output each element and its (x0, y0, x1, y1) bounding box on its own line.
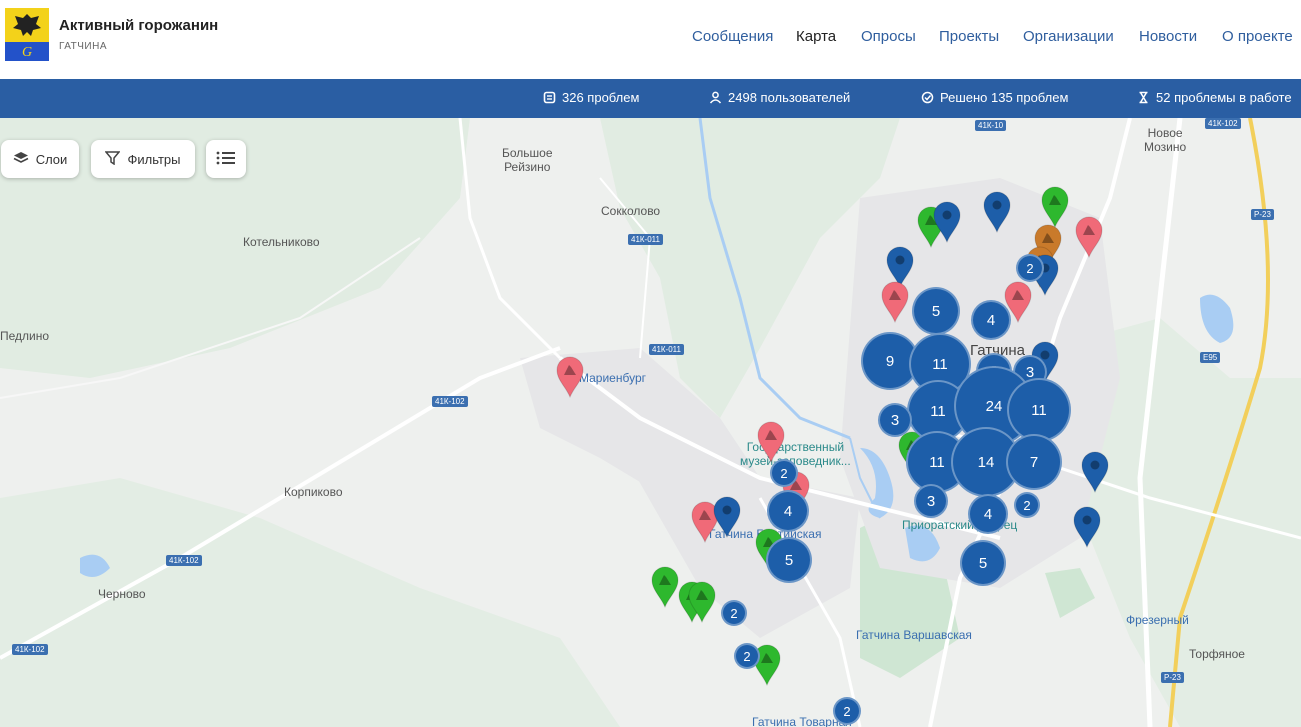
road-label: 41К-102 (1205, 118, 1241, 129)
map-pin-blue[interactable] (983, 191, 1011, 233)
place-frezerny: Фрезерный (1126, 613, 1189, 627)
map-cluster[interactable]: 5 (766, 537, 812, 583)
map-cluster[interactable]: 4 (968, 494, 1008, 534)
place-gatchina-varshavskaya: Гатчина Варшавская (856, 628, 972, 642)
road-label: 41К-10 (975, 120, 1007, 131)
road-label: 41К-102 (166, 555, 202, 566)
place-marienburg: Мариенбург (579, 371, 647, 385)
map-pin-red[interactable] (757, 421, 785, 463)
place-bolshoe-reizino: Большое Рейзино (502, 146, 553, 174)
app-title: Активный горожанин (59, 17, 219, 34)
stat-solved-text: Решено 135 проблем (940, 90, 1069, 105)
stat-in-work-text: 52 проблемы в работе (1156, 90, 1292, 105)
nav-about[interactable]: О проекте (1222, 28, 1293, 45)
coat-of-arms-logo[interactable]: G (5, 8, 49, 61)
stat-solved: Решено 135 проблем (921, 90, 1068, 105)
filters-label: Фильтры (127, 151, 181, 167)
app-city: ГАТЧИНА (59, 41, 107, 52)
map-pin-green[interactable] (688, 581, 716, 623)
stat-problems: 326 проблем (543, 90, 639, 105)
map-pin-blue[interactable] (1081, 451, 1109, 493)
place-kotelnikovo: Котельниково (243, 235, 320, 249)
place-chernovo: Черново (98, 587, 146, 601)
map-cluster[interactable]: 5 (912, 287, 960, 335)
stat-in-work: 52 проблемы в работе (1137, 90, 1292, 105)
map-cluster[interactable]: 7 (1006, 434, 1062, 490)
layers-icon (13, 151, 29, 168)
map-cluster[interactable]: 2 (721, 600, 747, 626)
problems-icon (543, 91, 556, 104)
map-cluster[interactable]: 4 (971, 300, 1011, 340)
place-novoe-mozino: Новое Мозино (1144, 126, 1187, 154)
filters-button[interactable]: Фильтры (91, 140, 195, 178)
map-cluster[interactable]: 5 (960, 540, 1006, 586)
road-label: 41К-011 (628, 234, 663, 245)
map-pin-red[interactable] (1075, 216, 1103, 258)
nav-organizations[interactable]: Организации (1023, 28, 1114, 45)
place-torfyanoe: Торфяное (1189, 647, 1245, 661)
filter-icon (104, 150, 122, 168)
layers-label: Слои (35, 151, 68, 167)
road-label: Р-23 (1251, 209, 1274, 220)
map[interactable]: Слои Фильтры Большое Рейзино Сокколово Ко… (0, 118, 1301, 727)
place-sokkolovo: Сокколово (601, 204, 661, 218)
map-cluster[interactable]: 2 (734, 643, 760, 669)
map-pin-red[interactable] (881, 281, 909, 323)
place-pedlino: Педлино (0, 329, 50, 343)
map-pin-green[interactable] (1041, 186, 1069, 228)
map-cluster[interactable]: 11 (1007, 378, 1071, 442)
svg-text:G: G (22, 45, 32, 60)
nav-polls[interactable]: Опросы (861, 28, 916, 45)
road-label: 41К-102 (432, 396, 468, 407)
layers-button[interactable]: Слои (1, 140, 79, 178)
road-label: Р-23 (1161, 672, 1184, 683)
map-cluster[interactable]: 2 (1016, 254, 1044, 282)
nav-projects[interactable]: Проекты (939, 28, 999, 45)
map-cluster[interactable]: 4 (767, 490, 809, 532)
check-icon (921, 91, 934, 104)
place-korpikovo: Корпиково (284, 485, 343, 499)
nav-map[interactable]: Карта (796, 28, 836, 45)
list-view-button[interactable] (206, 140, 246, 178)
map-pin-green[interactable] (651, 566, 679, 608)
map-cluster[interactable]: 3 (914, 484, 948, 518)
list-icon (216, 150, 236, 169)
stat-problems-text: 326 проблем (562, 90, 640, 105)
road-label: 41К-011 (649, 344, 684, 355)
map-cluster[interactable]: 2 (770, 459, 798, 487)
user-icon (709, 91, 722, 104)
map-cluster[interactable]: 3 (878, 403, 912, 437)
road-label: 41К-102 (12, 644, 48, 655)
nav-news[interactable]: Новости (1139, 28, 1197, 45)
map-pin-red[interactable] (556, 356, 584, 398)
map-cluster[interactable]: 2 (1014, 492, 1040, 518)
stat-users-text: 2498 пользователей (728, 90, 851, 105)
nav-messages[interactable]: Сообщения (692, 28, 773, 45)
map-cluster[interactable]: 2 (833, 697, 861, 725)
road-label: E95 (1200, 352, 1221, 363)
map-pin-blue[interactable] (1073, 506, 1101, 548)
hourglass-icon (1137, 91, 1150, 104)
stats-bar: 326 проблем 2498 пользователей Решено 13… (0, 79, 1301, 118)
header: G Активный горожанин ГАТЧИНА Сообщения К… (0, 0, 1301, 79)
map-pin-blue[interactable] (933, 201, 961, 243)
stat-users: 2498 пользователей (709, 90, 850, 105)
map-pin-blue[interactable] (713, 496, 741, 538)
